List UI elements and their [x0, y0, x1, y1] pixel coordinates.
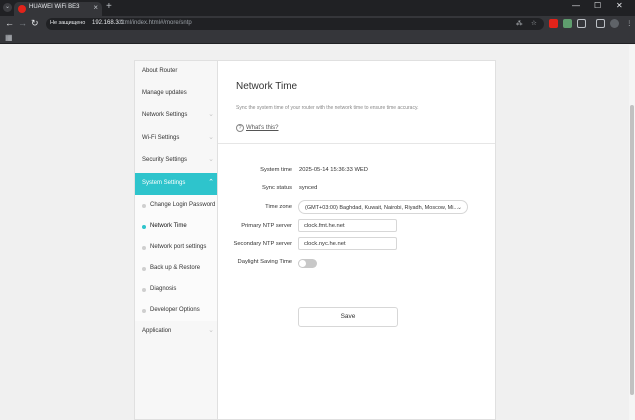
maximize-button[interactable]: ☐ [594, 1, 601, 10]
bookmarks-bar: ▦ [0, 32, 635, 44]
primary-ntp-input[interactable]: clock.fmt.he.net [298, 219, 397, 232]
system-time-label: System time [260, 167, 292, 173]
bullet-icon [142, 204, 146, 208]
time-zone-selected-value: (GMT+03:00) Baghdad, Kuwait, Nairobi, Ri… [305, 204, 458, 211]
browser-tab[interactable]: HUAWEI WiFi BE3 × [14, 2, 102, 16]
forward-button[interactable]: → [18, 18, 27, 29]
section-divider [218, 143, 495, 144]
sidebar-subitem-developer-options[interactable]: Developer Options [135, 300, 218, 321]
bookmark-star-icon[interactable]: ☆ [531, 19, 537, 27]
secondary-ntp-input[interactable]: clock.nyc.he.net [298, 237, 397, 250]
minimize-button[interactable]: — [572, 1, 580, 10]
address-bar[interactable]: Не защищено 192.168.3.1 /html/index.html… [46, 18, 544, 30]
sidebar-item-label: Security Settings [142, 157, 188, 163]
url-path: /html/index.html#/more/sntp [118, 20, 192, 26]
sidebar-item-security-settings[interactable]: Security Settings ⌄ [135, 150, 218, 172]
sidebar-item-about-router[interactable]: About Router [135, 61, 218, 83]
sidebar-subitem-label: Back up & Restore [150, 265, 201, 271]
not-secure-indicator[interactable]: Не защищено [50, 20, 85, 26]
primary-ntp-label: Primary NTP server [241, 223, 292, 229]
bullet-icon [142, 267, 146, 271]
sidebar-subitem-label: Diagnosis [150, 286, 177, 292]
sidebar-item-application[interactable]: Application ⌄ [135, 321, 218, 343]
reload-button[interactable]: ↻ [31, 18, 39, 29]
sidebar-subitem-label: Developer Options [150, 307, 200, 313]
page-description: Sync the system time of your router with… [236, 105, 419, 111]
sidebar-item-label: System Settings [142, 180, 186, 186]
sidebar-item-label: Network Settings [142, 112, 188, 118]
whats-this-link[interactable]: What's this? [246, 125, 279, 131]
page-title: Network Time [236, 81, 298, 92]
time-zone-select[interactable]: (GMT+03:00) Baghdad, Kuwait, Nairobi, Ri… [298, 200, 468, 214]
sidebar-item-label: Application [142, 328, 172, 334]
chevron-up-icon: ⌃ [208, 179, 214, 186]
toggle-knob [299, 260, 306, 267]
dst-toggle[interactable] [298, 259, 317, 268]
new-tab-button[interactable]: + [106, 2, 112, 12]
browser-tab-bar: ⌄ HUAWEI WiFi BE3 × + — ☐ ✕ [0, 0, 635, 16]
huawei-favicon-icon [18, 5, 26, 13]
bullet-icon [142, 288, 146, 292]
sidebar-subitem-label: Change Login Password [150, 202, 216, 208]
sync-status-value: synced [299, 185, 318, 191]
dst-label: Daylight Saving Time [237, 259, 292, 265]
sidebar-subitem-network-port-settings[interactable]: Network port settings [135, 237, 218, 258]
downloads-icon[interactable] [596, 19, 605, 28]
close-window-button[interactable]: ✕ [616, 1, 623, 10]
sidebar-subitem-label: Network Time [150, 223, 187, 229]
sidebar-subitem-backup-restore[interactable]: Back up & Restore [135, 258, 218, 279]
back-button[interactable]: ← [5, 18, 14, 29]
chevron-down-icon: ⌄ [208, 134, 214, 141]
sidebar-subitem-network-time[interactable]: Network Time [135, 216, 218, 237]
extension-icon[interactable] [549, 19, 558, 28]
scrollbar-thumb[interactable] [630, 105, 634, 395]
time-zone-label: Time zone [265, 204, 292, 210]
sync-status-label: Sync status [262, 185, 292, 191]
profile-avatar-icon[interactable] [610, 19, 619, 28]
sidebar-subitem-change-login-password[interactable]: Change Login Password [135, 195, 218, 216]
sidebar-panel-icon[interactable] [577, 19, 586, 28]
system-time-value: 2025-05-14 15:36:33 WED [299, 167, 368, 173]
tab-search-icon[interactable]: ⌄ [3, 3, 12, 12]
secondary-ntp-label: Secondary NTP server [233, 241, 292, 247]
translate-icon[interactable]: ⁂ [516, 19, 523, 27]
apps-grid-icon[interactable]: ▦ [5, 33, 13, 42]
help-icon[interactable]: ? [236, 124, 244, 132]
bullet-icon [142, 246, 146, 250]
sidebar-item-wifi-settings[interactable]: Wi-Fi Settings ⌄ [135, 128, 218, 150]
menu-dots-icon[interactable]: ⋮ [626, 19, 633, 27]
sidebar-subitem-diagnosis[interactable]: Diagnosis [135, 279, 218, 300]
chevron-down-icon: ⌄ [208, 156, 214, 163]
chevron-down-icon: ⌄ [208, 327, 214, 334]
chevron-down-icon: ⌄ [208, 111, 214, 118]
sidebar-item-label: About Router [142, 68, 178, 74]
sidebar-item-label: Wi-Fi Settings [142, 135, 180, 141]
chevron-down-icon: ⌄ [456, 205, 462, 211]
settings-sidebar: About Router Manage updates Network Sett… [134, 60, 218, 420]
save-button[interactable]: Save [298, 307, 398, 327]
extension-icon[interactable] [563, 19, 572, 28]
sidebar-item-manage-updates[interactable]: Manage updates [135, 83, 218, 105]
bullet-icon [142, 225, 146, 229]
sidebar-item-system-settings[interactable]: System Settings ⌃ [135, 173, 218, 195]
sidebar-item-network-settings[interactable]: Network Settings ⌄ [135, 105, 218, 127]
tab-title: HUAWEI WiFi BE3 [29, 4, 80, 10]
sidebar-item-label: Manage updates [142, 90, 187, 96]
bullet-icon [142, 309, 146, 313]
sidebar-subitem-label: Network port settings [150, 244, 207, 250]
browser-toolbar: ← → ↻ Не защищено 192.168.3.1 /html/inde… [0, 16, 635, 32]
network-time-panel: Network Time Sync the system time of you… [217, 60, 496, 420]
page-scrollbar[interactable] [629, 45, 635, 420]
tab-close-icon[interactable]: × [93, 3, 98, 12]
